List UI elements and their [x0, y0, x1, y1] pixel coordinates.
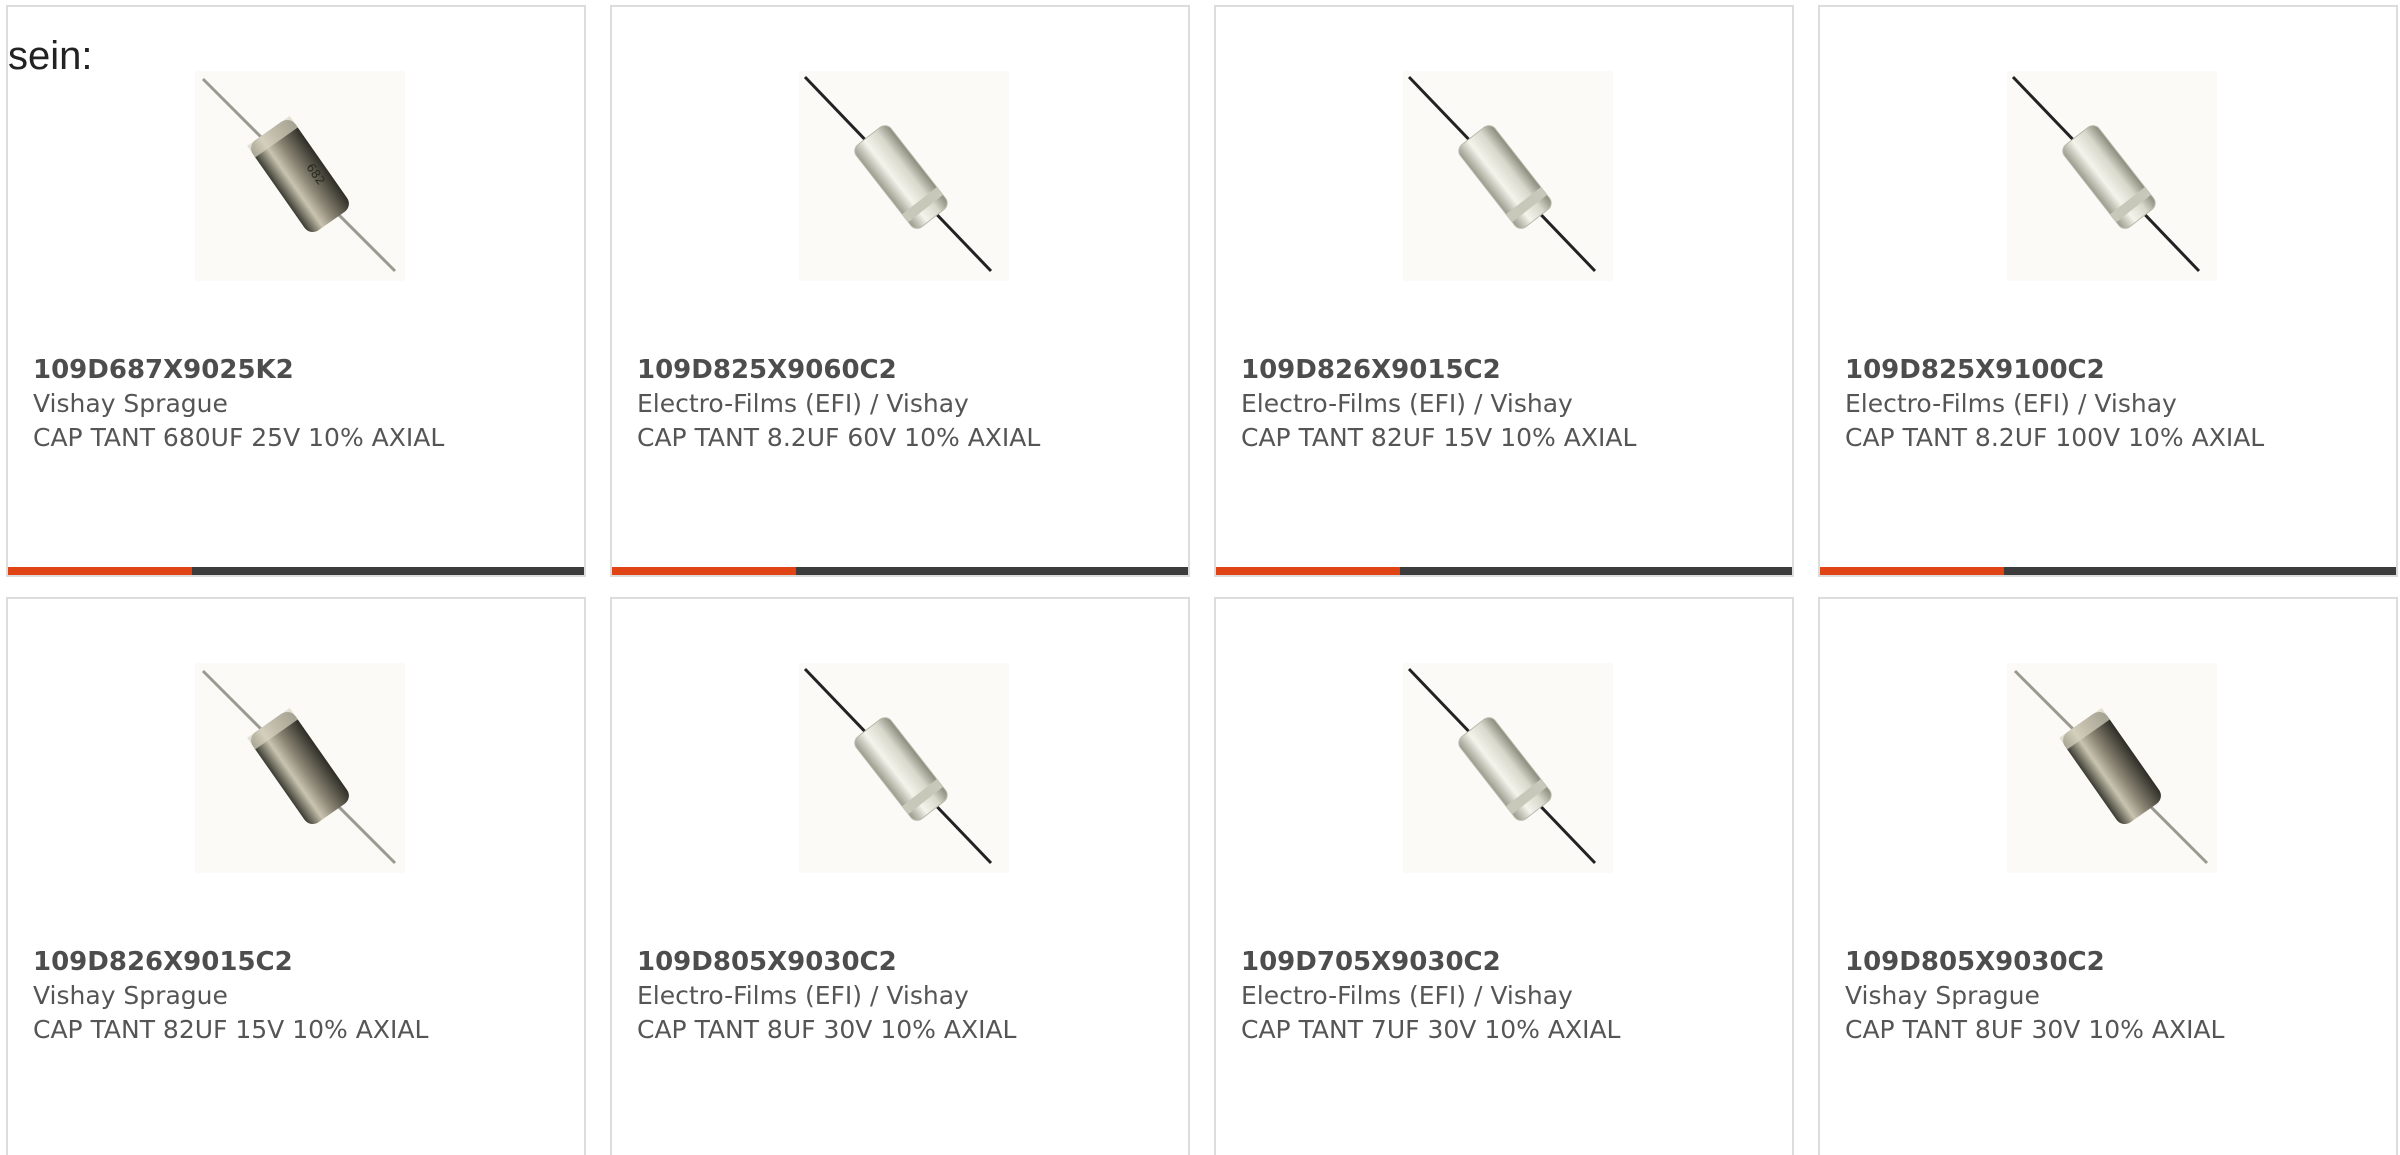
- product-info: 109D705X9030C2 Electro-Films (EFI) / Vis…: [1241, 945, 1661, 1047]
- capacitor-efi-icon[interactable]: [799, 71, 1009, 281]
- product-card[interactable]: 109D826X9015C2 Electro-Films (EFI) / Vis…: [1214, 5, 1794, 577]
- product-card[interactable]: 109D805X9030C2 Vishay Sprague CAP TANT 8…: [1818, 597, 2398, 1155]
- part-number-link[interactable]: 109D825X9060C2: [637, 353, 1057, 387]
- product-info: 109D826X9015C2 Electro-Films (EFI) / Vis…: [1241, 353, 1661, 455]
- part-number-link[interactable]: 109D826X9015C2: [33, 945, 453, 979]
- product-card[interactable]: 109D825X9060C2 Electro-Films (EFI) / Vis…: [610, 5, 1190, 577]
- product-card[interactable]: 109D705X9030C2 Electro-Films (EFI) / Vis…: [1214, 597, 1794, 1155]
- manufacturer: Electro-Films (EFI) / Vishay: [1845, 389, 2177, 418]
- capacitor-efi-icon[interactable]: [1403, 663, 1613, 873]
- product-card[interactable]: 109D825X9100C2 Electro-Films (EFI) / Vis…: [1818, 5, 2398, 577]
- progress-bar: [8, 567, 584, 575]
- part-number-link[interactable]: 109D825X9100C2: [1845, 353, 2265, 387]
- capacitor-sprague-icon[interactable]: [195, 663, 405, 873]
- description: CAP TANT 8UF 30V 10% AXIAL: [1845, 1015, 2225, 1044]
- part-number-link[interactable]: 109D826X9015C2: [1241, 353, 1661, 387]
- manufacturer: Electro-Films (EFI) / Vishay: [1241, 981, 1573, 1010]
- product-card[interactable]: 109D805X9030C2 Electro-Films (EFI) / Vis…: [610, 597, 1190, 1155]
- manufacturer: Vishay Sprague: [33, 389, 228, 418]
- product-info: 109D805X9030C2 Electro-Films (EFI) / Vis…: [637, 945, 1057, 1047]
- product-info: 109D825X9060C2 Electro-Films (EFI) / Vis…: [637, 353, 1057, 455]
- part-number-link[interactable]: 109D687X9025K2: [33, 353, 453, 387]
- product-info: 109D826X9015C2 Vishay Sprague CAP TANT 8…: [33, 945, 453, 1047]
- lead-text: sein:: [8, 34, 93, 78]
- capacitor-efi-icon[interactable]: [2007, 71, 2217, 281]
- progress-bar: [1216, 567, 1792, 575]
- manufacturer: Electro-Films (EFI) / Vishay: [637, 389, 969, 418]
- progress-fill: [1820, 567, 2005, 575]
- description: CAP TANT 8UF 30V 10% AXIAL: [637, 1015, 1017, 1044]
- manufacturer: Electro-Films (EFI) / Vishay: [637, 981, 969, 1010]
- capacitor-sprague-icon[interactable]: 682: [195, 71, 405, 281]
- capacitor-sprague-icon[interactable]: [2007, 663, 2217, 873]
- product-listing-page: sein: 682 109D687X9025K2 Vishay Sprague …: [0, 0, 2400, 1155]
- part-number-link[interactable]: 109D805X9030C2: [637, 945, 1057, 979]
- product-card[interactable]: 682 109D687X9025K2 Vishay Sprague CAP TA…: [6, 5, 586, 577]
- part-number-link[interactable]: 109D805X9030C2: [1845, 945, 2265, 979]
- manufacturer: Vishay Sprague: [1845, 981, 2040, 1010]
- product-card[interactable]: 109D826X9015C2 Vishay Sprague CAP TANT 8…: [6, 597, 586, 1155]
- description: CAP TANT 8.2UF 60V 10% AXIAL: [637, 423, 1041, 452]
- capacitor-efi-icon[interactable]: [799, 663, 1009, 873]
- manufacturer: Vishay Sprague: [33, 981, 228, 1010]
- product-info: 109D825X9100C2 Electro-Films (EFI) / Vis…: [1845, 353, 2265, 455]
- progress-bar: [612, 567, 1188, 575]
- description: CAP TANT 82UF 15V 10% AXIAL: [1241, 423, 1637, 452]
- manufacturer: Electro-Films (EFI) / Vishay: [1241, 389, 1573, 418]
- product-info: 109D687X9025K2 Vishay Sprague CAP TANT 6…: [33, 353, 453, 455]
- description: CAP TANT 8.2UF 100V 10% AXIAL: [1845, 423, 2265, 452]
- progress-fill: [8, 567, 193, 575]
- progress-fill: [1216, 567, 1401, 575]
- description: CAP TANT 680UF 25V 10% AXIAL: [33, 423, 445, 452]
- product-info: 109D805X9030C2 Vishay Sprague CAP TANT 8…: [1845, 945, 2265, 1047]
- product-grid: 682 109D687X9025K2 Vishay Sprague CAP TA…: [6, 5, 2400, 1155]
- part-number-link[interactable]: 109D705X9030C2: [1241, 945, 1661, 979]
- description: CAP TANT 7UF 30V 10% AXIAL: [1241, 1015, 1621, 1044]
- progress-bar: [1820, 567, 2396, 575]
- progress-fill: [612, 567, 797, 575]
- capacitor-efi-icon[interactable]: [1403, 71, 1613, 281]
- description: CAP TANT 82UF 15V 10% AXIAL: [33, 1015, 429, 1044]
